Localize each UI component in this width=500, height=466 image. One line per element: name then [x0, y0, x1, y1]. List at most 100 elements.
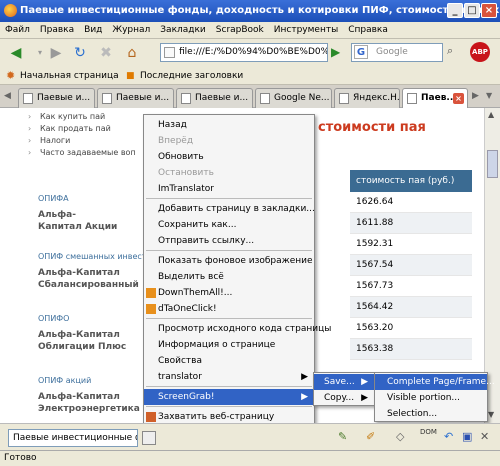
menu-history[interactable]: Журнал	[107, 22, 155, 39]
menu-item-stop[interactable]: Остановить	[144, 165, 314, 181]
fund-category[interactable]: ОПИФО	[38, 314, 69, 323]
context-menu: Назад Вперёд Обновить Остановить ImTrans…	[143, 114, 331, 454]
go-button[interactable]: ▶	[331, 43, 347, 62]
menu-item-send-link[interactable]: Отправить ссылку...	[144, 233, 314, 249]
fund-category[interactable]: ОПИФ акций	[38, 376, 91, 385]
price-cell: 1592.31	[350, 234, 472, 255]
tab-3[interactable]: Паевые и...	[176, 88, 253, 108]
menu-item-visible-portion[interactable]: Visible portion...	[375, 390, 487, 406]
menu-view[interactable]: Вид	[79, 22, 107, 39]
search-magnifier-icon[interactable]: ⌕	[447, 44, 453, 58]
menu-item-label: Copy...	[324, 393, 355, 403]
page-heading: стоимости пая	[318, 120, 426, 135]
back-arrow-icon[interactable]: ◀	[6, 43, 26, 63]
menu-file[interactable]: Файл	[0, 22, 35, 39]
menu-item-copy[interactable]: Copy... ▶	[314, 390, 374, 406]
tabs-list-icon[interactable]: ▼	[486, 91, 492, 100]
window-titlebar: Паевые инвестиционные фонды, доходность …	[0, 0, 500, 22]
dom-icon[interactable]: DOM	[420, 428, 437, 436]
menu-separator	[146, 386, 312, 387]
link-taxes[interactable]: Налоги	[28, 136, 70, 145]
menu-separator	[146, 318, 312, 319]
menu-item-complete-page[interactable]: Complete Page/Frame...	[375, 374, 495, 390]
menu-item-downthemall[interactable]: DownThemAll!...	[144, 285, 314, 301]
menu-help[interactable]: Справка	[343, 22, 393, 39]
tab-4[interactable]: Google Ne...	[255, 88, 332, 108]
fund-name[interactable]: Альфа-Капитал Облигации Плюс	[38, 329, 128, 353]
download-arrow-icon	[146, 304, 156, 314]
bookmark-latest-headlines[interactable]: Последние заголовки	[140, 69, 243, 83]
page-icon	[164, 47, 175, 58]
menu-item-view-source[interactable]: Просмотр исходного кода страницы	[144, 321, 331, 337]
tab-2[interactable]: Паевые и...	[97, 88, 174, 108]
fund-name[interactable]: Альфа-Капитал Сбалансированный	[38, 267, 139, 291]
tabs-scroll-right-icon[interactable]: ▶	[472, 91, 479, 101]
fund-name[interactable]: Альфа-Капитал Акции	[38, 209, 118, 233]
link-faq[interactable]: Часто задаваемые воп	[28, 148, 136, 157]
maximize-button[interactable]: □	[464, 3, 480, 18]
menu-item-back[interactable]: Назад	[144, 117, 314, 133]
menu-item-show-background[interactable]: Показать фоновое изображение	[144, 253, 314, 269]
close-findbar-icon[interactable]: ✕	[480, 430, 489, 443]
tab-5[interactable]: Яндекс.Н...	[334, 88, 400, 108]
undo-icon[interactable]: ↶	[444, 430, 453, 443]
menu-edit[interactable]: Правка	[35, 22, 79, 39]
close-tab-icon[interactable]: ×	[453, 93, 464, 104]
tabs-scroll-left-icon[interactable]: ◀	[4, 91, 11, 101]
menu-item-translator[interactable]: translator ▶	[144, 369, 314, 385]
menu-item-dtaoneclick[interactable]: dTaOneClick!	[144, 301, 314, 317]
tab-6-active[interactable]: Паев... ×	[402, 88, 468, 109]
menu-item-save-as[interactable]: Сохранить как...	[144, 217, 314, 233]
eraser-icon[interactable]: ◇	[396, 430, 404, 443]
menu-separator	[146, 250, 312, 251]
menu-item-selection[interactable]: Selection...	[375, 406, 487, 422]
price-cell: 1563.20	[350, 318, 472, 339]
menu-item-screengrab[interactable]: ScreenGrab! ▶	[144, 389, 314, 405]
adblock-plus-icon[interactable]: ABP	[470, 42, 490, 62]
menu-item-bookmark-page[interactable]: Добавить страницу в закладки...	[144, 201, 315, 217]
price-cell: 1563.38	[350, 339, 472, 360]
menu-item-save[interactable]: Save... ▶	[314, 374, 374, 390]
menu-bookmarks[interactable]: Закладки	[155, 22, 211, 39]
menu-item-page-info[interactable]: Информация о странице	[144, 337, 314, 353]
bookmarks-toolbar: ✹ Начальная страница ■ Последние заголов…	[0, 67, 500, 85]
link-how-to-sell[interactable]: Как продать пай	[28, 124, 111, 133]
home-icon[interactable]: ⌂	[122, 43, 142, 63]
fund-name[interactable]: Альфа-Капитал Электроэнергетика	[38, 391, 140, 415]
status-text: Готово	[4, 453, 37, 463]
find-options-icon[interactable]	[142, 431, 156, 445]
close-window-button[interactable]: ×	[481, 3, 497, 18]
menu-item-reload[interactable]: Обновить	[144, 149, 314, 165]
menu-item-select-all[interactable]: Выделить всё	[144, 269, 314, 285]
find-input[interactable]: Паевые инвестиционные фон	[8, 429, 138, 447]
minimize-button[interactable]: _	[447, 3, 463, 18]
save-disk-icon[interactable]: ▣	[462, 430, 472, 443]
reload-icon[interactable]: ↻	[70, 43, 90, 63]
search-input[interactable]: G Google	[351, 43, 443, 62]
forward-arrow-icon[interactable]: ▶	[46, 43, 66, 63]
capture-icon	[146, 412, 156, 422]
highlighter-icon[interactable]: ✐	[366, 430, 375, 443]
tab-label: Паевые и...	[195, 93, 249, 103]
link-how-to-buy[interactable]: Как купить пай	[28, 112, 105, 121]
bookmark-start-page[interactable]: Начальная страница	[20, 69, 119, 83]
edit-pencil-icon[interactable]: ✎	[338, 430, 347, 443]
flame-icon: ✹	[6, 69, 16, 82]
scroll-down-icon[interactable]: ▼	[488, 410, 494, 419]
tab-1[interactable]: Паевые и...	[18, 88, 95, 108]
menu-item-properties[interactable]: Свойства	[144, 353, 314, 369]
scroll-up-icon[interactable]: ▲	[488, 110, 494, 119]
google-icon[interactable]: G	[354, 45, 368, 59]
menu-item-forward[interactable]: Вперёд	[144, 133, 314, 149]
menu-tools[interactable]: Инструменты	[269, 22, 343, 39]
url-input[interactable]: file:///E:/%D0%94%D0%BE%D0%BA%D...	[160, 43, 328, 62]
stop-icon[interactable]: ✖	[96, 43, 116, 63]
scrollbar-thumb[interactable]	[487, 150, 498, 178]
menu-item-imtranslator[interactable]: ImTranslator	[144, 181, 314, 197]
column-header-price: стоимость пая (руб.)	[350, 170, 472, 192]
tab-label: Паевые и...	[116, 93, 170, 103]
fund-category[interactable]: ОПИФА	[38, 194, 69, 203]
menu-item-label: DownThemAll!...	[158, 288, 233, 298]
menu-scrapbook[interactable]: ScrapBook	[211, 22, 269, 39]
submenu-arrow-icon: ▶	[301, 372, 308, 382]
